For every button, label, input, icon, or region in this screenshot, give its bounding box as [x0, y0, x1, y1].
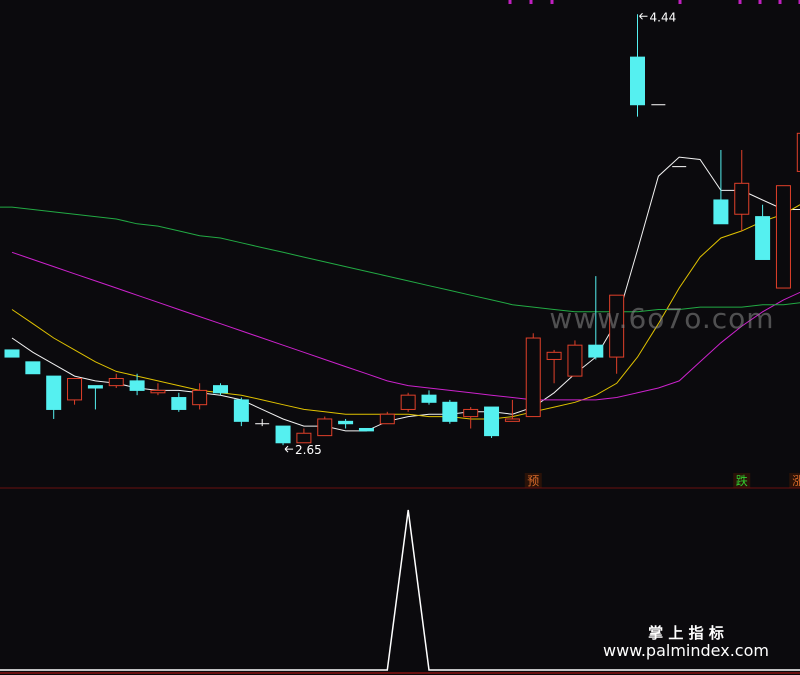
candle-27	[567, 340, 583, 377]
signal-label: 预	[527, 474, 539, 488]
candle-body	[338, 420, 354, 425]
candle-body	[108, 377, 124, 387]
candle-body	[463, 408, 479, 418]
candle-21	[442, 399, 458, 424]
candle-body	[630, 56, 645, 106]
candle-body	[588, 344, 604, 358]
signal-2: 涨榜	[789, 473, 800, 488]
candle-body	[400, 394, 416, 410]
candle-11	[233, 397, 249, 427]
candle-body	[275, 425, 291, 444]
signal-label: 跌	[736, 473, 748, 488]
candle-body	[546, 351, 562, 360]
candle-body	[296, 432, 312, 444]
candle-body	[358, 427, 374, 432]
candle-body	[192, 389, 208, 406]
candle-body	[46, 375, 62, 410]
candle-body	[734, 182, 750, 215]
candle-body	[171, 397, 187, 410]
candle-body	[755, 216, 771, 260]
candle-body	[129, 380, 145, 391]
stock-chart: 4.44 2.65 预 跌 涨榜 www.6o7o.com 掌 上 指 标 www.p…	[0, 0, 800, 675]
candle-body	[87, 385, 103, 389]
candle-23	[484, 406, 500, 439]
candle-37	[775, 185, 791, 289]
candle-body	[567, 344, 583, 377]
candle-25	[525, 333, 541, 418]
candle-body	[713, 199, 729, 225]
candle-body	[484, 406, 500, 437]
candle-1	[25, 361, 41, 375]
candle-body	[67, 377, 83, 401]
signal-label: 涨榜	[792, 473, 800, 488]
signal-0: 预	[524, 473, 542, 488]
candle-19	[400, 392, 416, 412]
low-price-label: 2.65	[295, 443, 322, 457]
candle-body	[525, 337, 541, 418]
watermark-brand-url: www.palmindex.com	[603, 641, 769, 660]
candle-body	[233, 399, 249, 422]
high-price-label: 4.44	[650, 10, 677, 24]
candle-13	[275, 425, 291, 446]
watermark-brand-cn: 掌 上 指 标	[648, 624, 724, 642]
candle-15	[317, 416, 333, 437]
candle-body	[317, 418, 333, 437]
candle-body	[442, 401, 458, 422]
candle-body	[25, 361, 41, 375]
candle-body	[421, 394, 437, 403]
candle-0	[4, 349, 20, 358]
candle-17	[358, 427, 374, 432]
candle-body	[213, 385, 228, 394]
candle-body	[4, 349, 20, 358]
signal-1: 跌	[733, 473, 751, 488]
candle-body	[504, 418, 520, 422]
candle-body	[775, 185, 791, 289]
candle-body	[150, 389, 166, 394]
watermark-mid: www.6o7o.com	[549, 302, 774, 335]
candle-body	[379, 413, 395, 425]
